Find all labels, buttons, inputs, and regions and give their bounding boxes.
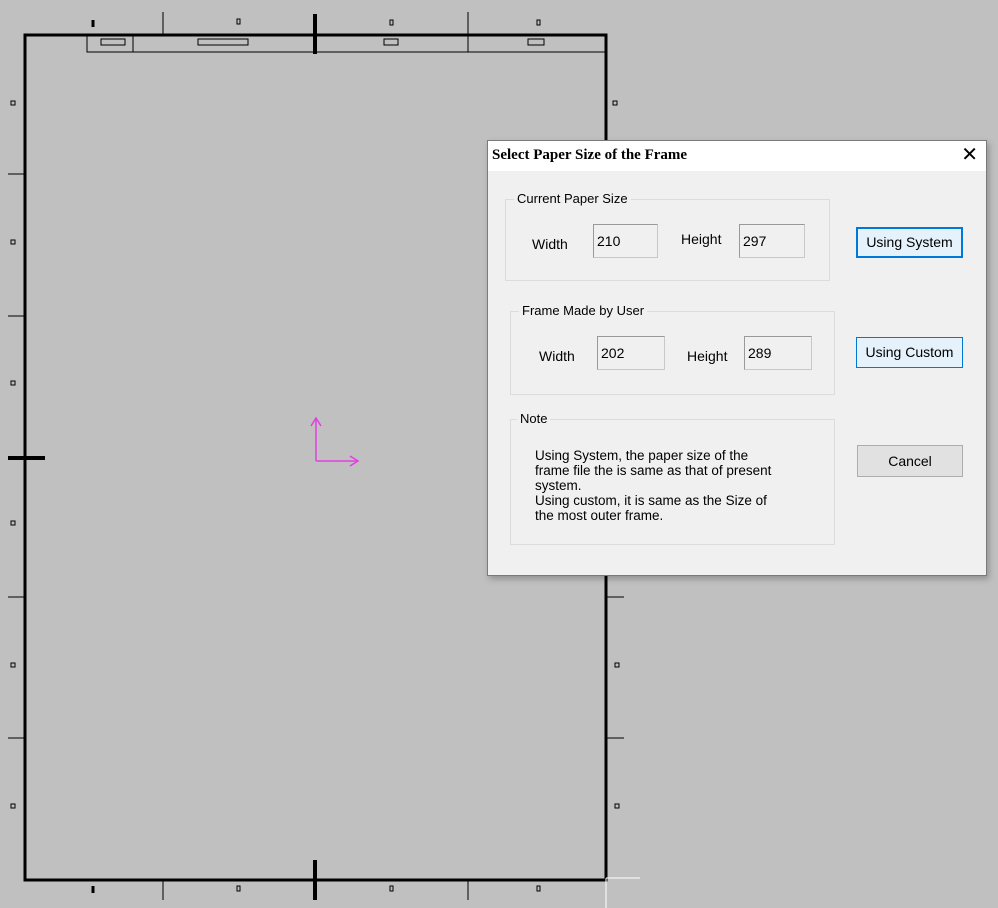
- current-width-label: Width: [532, 236, 568, 252]
- note-text: Using System, the paper size of the fram…: [535, 448, 835, 523]
- user-frame-group: Frame Made by User Width 202 Height 289: [510, 303, 835, 395]
- using-system-button[interactable]: Using System: [856, 227, 963, 258]
- user-width-field[interactable]: 202: [597, 336, 665, 370]
- user-width-label: Width: [539, 348, 575, 364]
- user-height-field[interactable]: 289: [744, 336, 812, 370]
- current-height-field[interactable]: 297: [739, 224, 805, 258]
- current-height-label: Height: [681, 231, 722, 247]
- note-label: Note: [517, 411, 551, 426]
- note-line: Using custom, it is same as the Size of: [535, 493, 767, 508]
- note-line: frame file the is same as that of presen…: [535, 463, 772, 478]
- current-width-field[interactable]: 210: [593, 224, 658, 258]
- note-group: Note Using System, the paper size of the…: [510, 411, 835, 545]
- current-paper-size-label: Current Paper Size: [514, 191, 631, 206]
- note-line: system.: [535, 478, 582, 493]
- dialog-title: Select Paper Size of the Frame: [492, 147, 688, 163]
- current-paper-size-group: Current Paper Size Width 210 Height 297: [505, 191, 830, 281]
- close-icon[interactable]: ✕: [961, 144, 978, 166]
- user-height-label: Height: [687, 348, 728, 364]
- note-line: Using System, the paper size of the: [535, 448, 749, 463]
- paper-size-dialog: Select Paper Size of the Frame ✕ Current…: [487, 140, 987, 576]
- user-frame-label: Frame Made by User: [519, 303, 648, 318]
- note-line: the most outer frame.: [535, 508, 664, 523]
- using-custom-button[interactable]: Using Custom: [856, 337, 963, 368]
- cancel-button[interactable]: Cancel: [857, 445, 963, 477]
- dialog-titlebar[interactable]: Select Paper Size of the Frame ✕: [488, 141, 986, 171]
